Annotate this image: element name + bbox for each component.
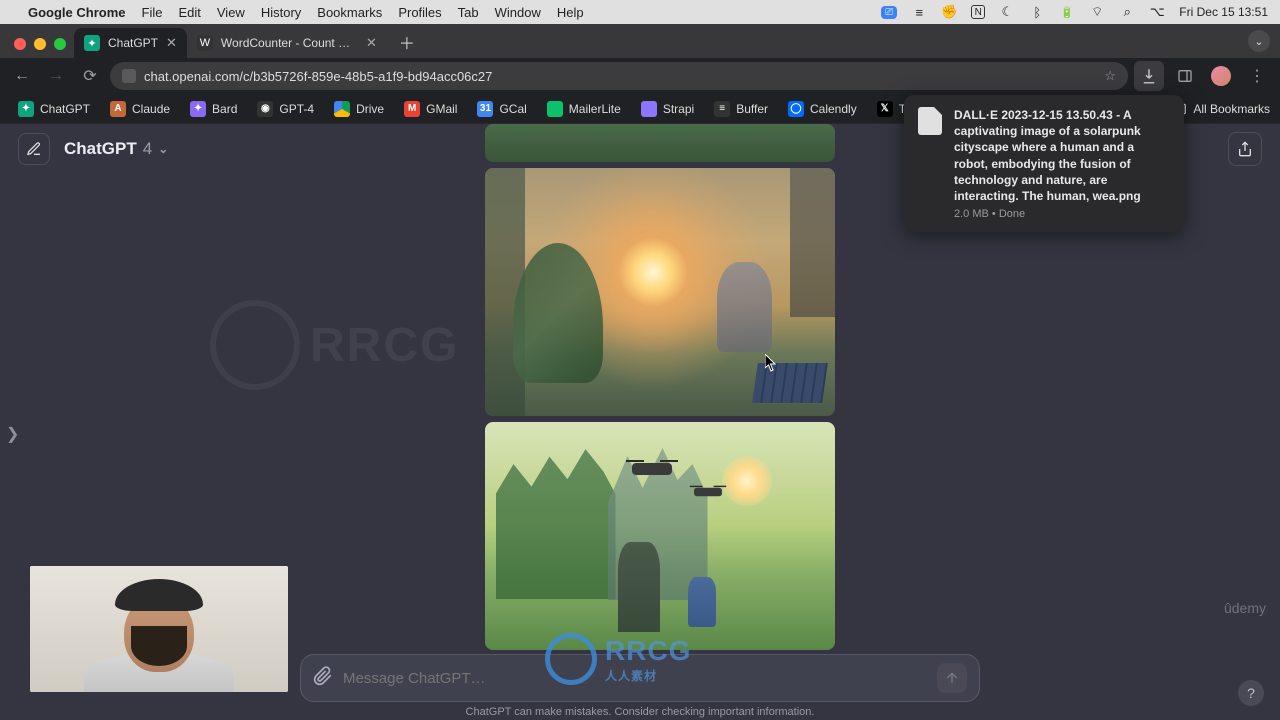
bookmark-star-icon[interactable]: ☆ (1104, 68, 1116, 84)
generated-image-partial[interactable] (485, 124, 835, 162)
disclaimer-text: ChatGPT can make mistakes. Consider chec… (0, 706, 1280, 718)
screen-mirroring-icon[interactable]: ⎚ (881, 6, 897, 19)
bookmark-mailerlite[interactable]: MailerLite (539, 97, 629, 121)
menu-history[interactable]: History (261, 5, 301, 20)
bookmark-strapi[interactable]: Strapi (633, 97, 702, 121)
wifi-icon[interactable]: ⌔ (1089, 4, 1105, 20)
window-close-button[interactable] (14, 38, 26, 50)
window-maximize-button[interactable] (54, 38, 66, 50)
window-traffic-lights (10, 38, 74, 58)
tab-title: ChatGPT (108, 36, 158, 50)
download-notification[interactable]: DALL·E 2023-12-15 13.50.43 - A captivati… (904, 95, 1184, 232)
browser-tab-wordcounter[interactable]: W WordCounter - Count Words ✕ (187, 28, 387, 58)
chrome-tab-strip: ✦ ChatGPT ✕ W WordCounter - Count Words … (0, 24, 1280, 58)
menu-edit[interactable]: Edit (178, 5, 200, 20)
menu-tab[interactable]: Tab (458, 5, 479, 20)
menu-window[interactable]: Window (495, 5, 541, 20)
macos-menubar: Google Chrome File Edit View History Boo… (0, 0, 1280, 24)
bookmark-chatgpt[interactable]: ✦ChatGPT (10, 97, 98, 121)
tab-favicon-chatgpt: ✦ (84, 35, 100, 51)
tab-close-icon[interactable]: ✕ (166, 35, 177, 51)
menu-profiles[interactable]: Profiles (398, 5, 441, 20)
notion-icon[interactable]: N (971, 5, 985, 19)
menubar-extra-icon[interactable]: ≡ (911, 4, 927, 20)
bookmark-gmail[interactable]: MGMail (396, 97, 465, 121)
bookmark-buffer[interactable]: ≡Buffer (706, 97, 776, 121)
profile-button[interactable] (1206, 61, 1236, 91)
bookmark-claude[interactable]: AClaude (102, 97, 178, 121)
menubar-hand-icon[interactable]: ✊ (941, 4, 957, 20)
tab-close-icon[interactable]: ✕ (366, 35, 377, 51)
site-info-icon[interactable] (122, 69, 136, 83)
forward-button[interactable]: → (42, 62, 70, 90)
file-icon (918, 107, 942, 135)
active-app-name[interactable]: Google Chrome (28, 5, 126, 20)
downloads-button[interactable] (1134, 61, 1164, 91)
menubar-clock[interactable]: Fri Dec 15 13:51 (1179, 5, 1268, 19)
side-panel-button[interactable] (1170, 61, 1200, 91)
menu-bookmarks[interactable]: Bookmarks (317, 5, 382, 20)
new-tab-button[interactable]: ＋ (393, 28, 421, 56)
menu-file[interactable]: File (142, 5, 163, 20)
tab-favicon-wordcounter: W (197, 35, 213, 51)
bookmark-drive[interactable]: Drive (326, 97, 392, 121)
bluetooth-icon[interactable]: ᛒ (1029, 4, 1045, 20)
back-button[interactable]: ← (8, 62, 36, 90)
download-meta: 2.0 MB • Done (954, 208, 1170, 220)
battery-icon[interactable]: 🔋 (1059, 4, 1075, 20)
generated-image-1[interactable] (485, 168, 835, 415)
generated-images-column (485, 124, 835, 650)
bookmark-bard[interactable]: ✦Bard (182, 97, 245, 121)
browser-tab-chatgpt[interactable]: ✦ ChatGPT ✕ (74, 28, 187, 58)
menu-help[interactable]: Help (557, 5, 584, 20)
bookmark-gpt4[interactable]: ◉GPT-4 (249, 97, 322, 121)
chrome-toolbar: ← → ⟳ chat.openai.com/c/b3b5726f-859e-48… (0, 58, 1280, 94)
reload-button[interactable]: ⟳ (76, 62, 104, 90)
tab-title: WordCounter - Count Words (221, 36, 358, 50)
udemy-watermark: ûdemy (1224, 600, 1266, 616)
generated-image-2[interactable] (485, 422, 835, 650)
all-bookmarks-button[interactable]: All Bookmarks (1173, 102, 1270, 116)
window-minimize-button[interactable] (34, 38, 46, 50)
tabs-dropdown-button[interactable]: ⌄ (1248, 30, 1270, 52)
address-bar[interactable]: chat.openai.com/c/b3b5726f-859e-48b5-a1f… (110, 62, 1128, 90)
do-not-disturb-icon[interactable]: ☾ (999, 4, 1015, 20)
chrome-menu-button[interactable]: ⋮ (1242, 61, 1272, 91)
webcam-overlay (30, 566, 288, 692)
url-text: chat.openai.com/c/b3b5726f-859e-48b5-a1f… (144, 69, 492, 84)
message-input[interactable] (343, 670, 927, 687)
menu-view[interactable]: View (217, 5, 245, 20)
message-input-area (300, 654, 980, 702)
control-center-icon[interactable]: ⌥ (1149, 4, 1165, 20)
bookmark-gcal[interactable]: 31GCal (469, 97, 534, 121)
download-filename: DALL·E 2023-12-15 13.50.43 - A captivati… (954, 107, 1170, 204)
spotlight-icon[interactable]: ⌕ (1119, 4, 1135, 20)
attach-button[interactable] (313, 666, 333, 691)
send-button[interactable] (937, 663, 967, 693)
help-button[interactable]: ? (1238, 680, 1264, 706)
bookmark-calendly[interactable]: ◯Calendly (780, 97, 865, 121)
